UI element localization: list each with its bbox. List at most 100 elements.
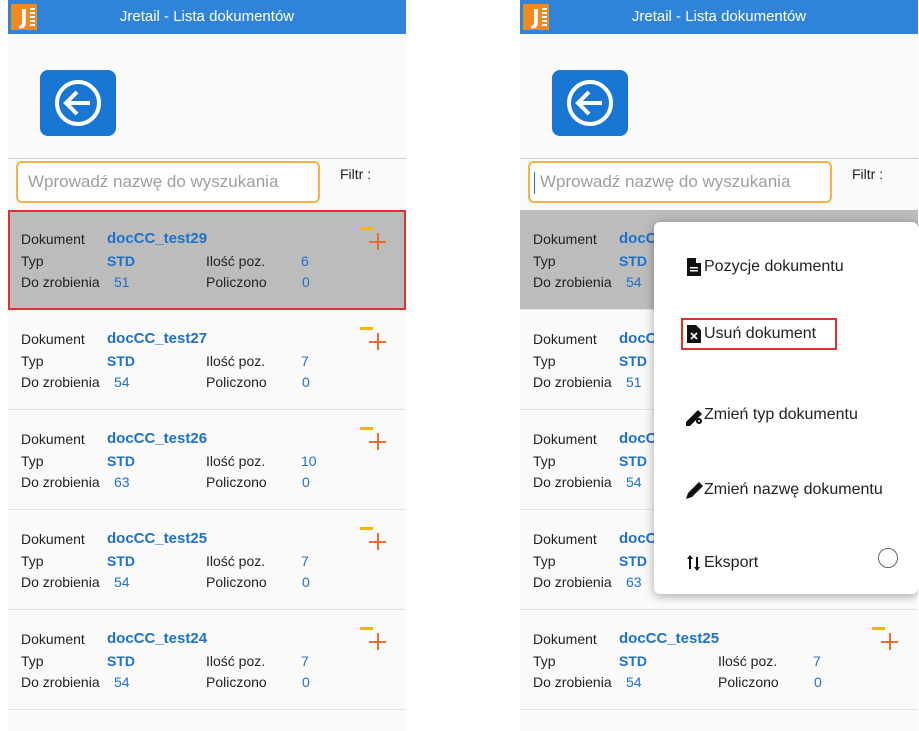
to-do-count: 54 [626, 674, 642, 690]
label-dokument: Dokument [533, 531, 597, 547]
item-count: 7 [301, 653, 309, 669]
to-do-count: 54 [626, 474, 642, 490]
label-dokument: Dokument [533, 431, 597, 447]
label-policzono: Policzono [206, 474, 267, 490]
label-typ: Typ [21, 553, 44, 569]
document-card[interactable]: Dokument docCC_test25 Typ STD Ilość poz. 7 Do … [8, 510, 406, 610]
edit-settings-icon [686, 410, 702, 426]
search-input[interactable] [530, 163, 830, 201]
document-type: STD [107, 253, 135, 269]
to-do-count: 54 [114, 674, 130, 690]
add-icon[interactable] [354, 424, 390, 460]
search-field[interactable] [16, 161, 320, 203]
document-card[interactable]: Dokument docCC_test26 Typ STD Ilość poz. 10 Do… [8, 410, 406, 510]
app-title: Jretail - Lista dokumentów [119, 8, 295, 25]
label-dokument: Dokument [21, 431, 85, 447]
label-ilosc: Ilość poz. [718, 653, 778, 669]
document-card[interactable]: Dokument docCC_test27 Typ STD Ilość poz. 7 Do … [8, 310, 406, 410]
app-bar: J Jretail - Lista dokumentów [520, 0, 918, 34]
back-button[interactable] [552, 70, 628, 136]
label-do-zrobienia: Do zrobienia [533, 574, 612, 590]
document-type: STD [619, 653, 647, 669]
app-bar: J Jretail - Lista dokumentów [8, 0, 406, 34]
document-card[interactable]: Dokument docCC_test29 Typ STD Ilość poz. 6 Do … [8, 210, 406, 310]
label-policzono: Policzono [206, 674, 267, 690]
context-menu: Pozycje dokumentu Usuń dokument Zmień ty… [654, 222, 918, 594]
document-type: STD [619, 453, 647, 469]
menu-item-pozycje[interactable]: Pozycje dokumentu [654, 248, 918, 288]
menu-item-zmien-nazwe[interactable]: Zmień nazwę dokumentu [654, 471, 918, 511]
back-button[interactable] [40, 70, 116, 136]
item-count: 6 [301, 253, 309, 269]
to-do-count: 54 [114, 374, 130, 390]
item-count: 7 [301, 353, 309, 369]
label-typ: Typ [533, 553, 556, 569]
menu-item-zmien-typ[interactable]: Zmień typ dokumentu [654, 396, 918, 436]
search-field[interactable] [528, 161, 832, 203]
label-ilosc: Ilość poz. [206, 653, 266, 669]
label-typ: Typ [21, 253, 44, 269]
label-policzono: Policzono [206, 574, 267, 590]
label-dokument: Dokument [21, 331, 85, 347]
document-name: docCC_test26 [107, 430, 208, 447]
label-ilosc: Ilość poz. [206, 453, 266, 469]
label-typ: Typ [21, 453, 44, 469]
counted-count: 0 [302, 674, 310, 690]
label-do-zrobienia: Do zrobienia [21, 574, 100, 590]
label-do-zrobienia: Do zrobienia [533, 274, 612, 290]
export-radio-button[interactable] [878, 548, 898, 568]
divider [8, 158, 406, 159]
left-screen: J Jretail - Lista dokumentów Filtr : Dok… [8, 0, 406, 731]
right-screen: J Jretail - Lista dokumentów Filtr : Dok… [520, 0, 918, 731]
label-typ: Typ [21, 353, 44, 369]
add-icon[interactable] [354, 224, 390, 260]
label-typ: Typ [533, 253, 556, 269]
counted-count: 0 [302, 474, 310, 490]
label-do-zrobienia: Do zrobienia [21, 374, 100, 390]
counted-count: 0 [814, 674, 822, 690]
item-count: 10 [301, 453, 317, 469]
back-arrow-icon [567, 80, 613, 126]
label-policzono: Policzono [206, 274, 267, 290]
document-type: STD [107, 653, 135, 669]
document-card[interactable]: Dokument docCC_test24 Typ STD Ilość poz. 7 Do … [8, 610, 406, 710]
document-type: STD [619, 553, 647, 569]
menu-item-eksport[interactable]: Eksport [654, 544, 918, 584]
pencil-icon [686, 482, 703, 499]
label-do-zrobienia: Do zrobienia [533, 474, 612, 490]
to-do-count: 51 [114, 274, 130, 290]
add-icon[interactable] [354, 624, 390, 660]
document-name: docCC_test29 [107, 230, 208, 247]
item-count: 7 [813, 653, 821, 669]
item-count: 7 [301, 553, 309, 569]
search-input[interactable] [18, 163, 318, 201]
document-card[interactable]: Dokument docCC_test25 Typ STD Ilość poz. 7 Do … [520, 610, 918, 710]
document-type: STD [107, 453, 135, 469]
label-ilosc: Ilość poz. [206, 553, 266, 569]
filter-label: Filtr : [852, 166, 884, 182]
document-icon [687, 258, 701, 276]
to-do-count: 51 [626, 374, 642, 390]
add-icon[interactable] [354, 324, 390, 360]
menu-item-label: Zmień nazwę dokumentu [704, 481, 883, 498]
document-name: docCC_test25 [107, 530, 208, 547]
add-icon[interactable] [866, 624, 902, 660]
label-dokument: Dokument [533, 631, 597, 647]
label-do-zrobienia: Do zrobienia [533, 674, 612, 690]
divider [520, 158, 918, 159]
document-name: docCC_test24 [107, 630, 208, 647]
document-name: docCC_test27 [107, 330, 208, 347]
label-dokument: Dokument [21, 531, 85, 547]
label-typ: Typ [21, 653, 44, 669]
label-policzono: Policzono [718, 674, 779, 690]
add-icon[interactable] [354, 524, 390, 560]
menu-item-label: Eksport [704, 554, 759, 571]
label-policzono: Policzono [206, 374, 267, 390]
filter-label: Filtr : [340, 166, 372, 182]
text-cursor [534, 172, 535, 194]
to-do-count: 54 [114, 574, 130, 590]
document-name: docCC_test25 [619, 630, 720, 647]
to-do-count: 63 [626, 574, 642, 590]
label-typ: Typ [533, 653, 556, 669]
back-arrow-icon [55, 80, 101, 126]
